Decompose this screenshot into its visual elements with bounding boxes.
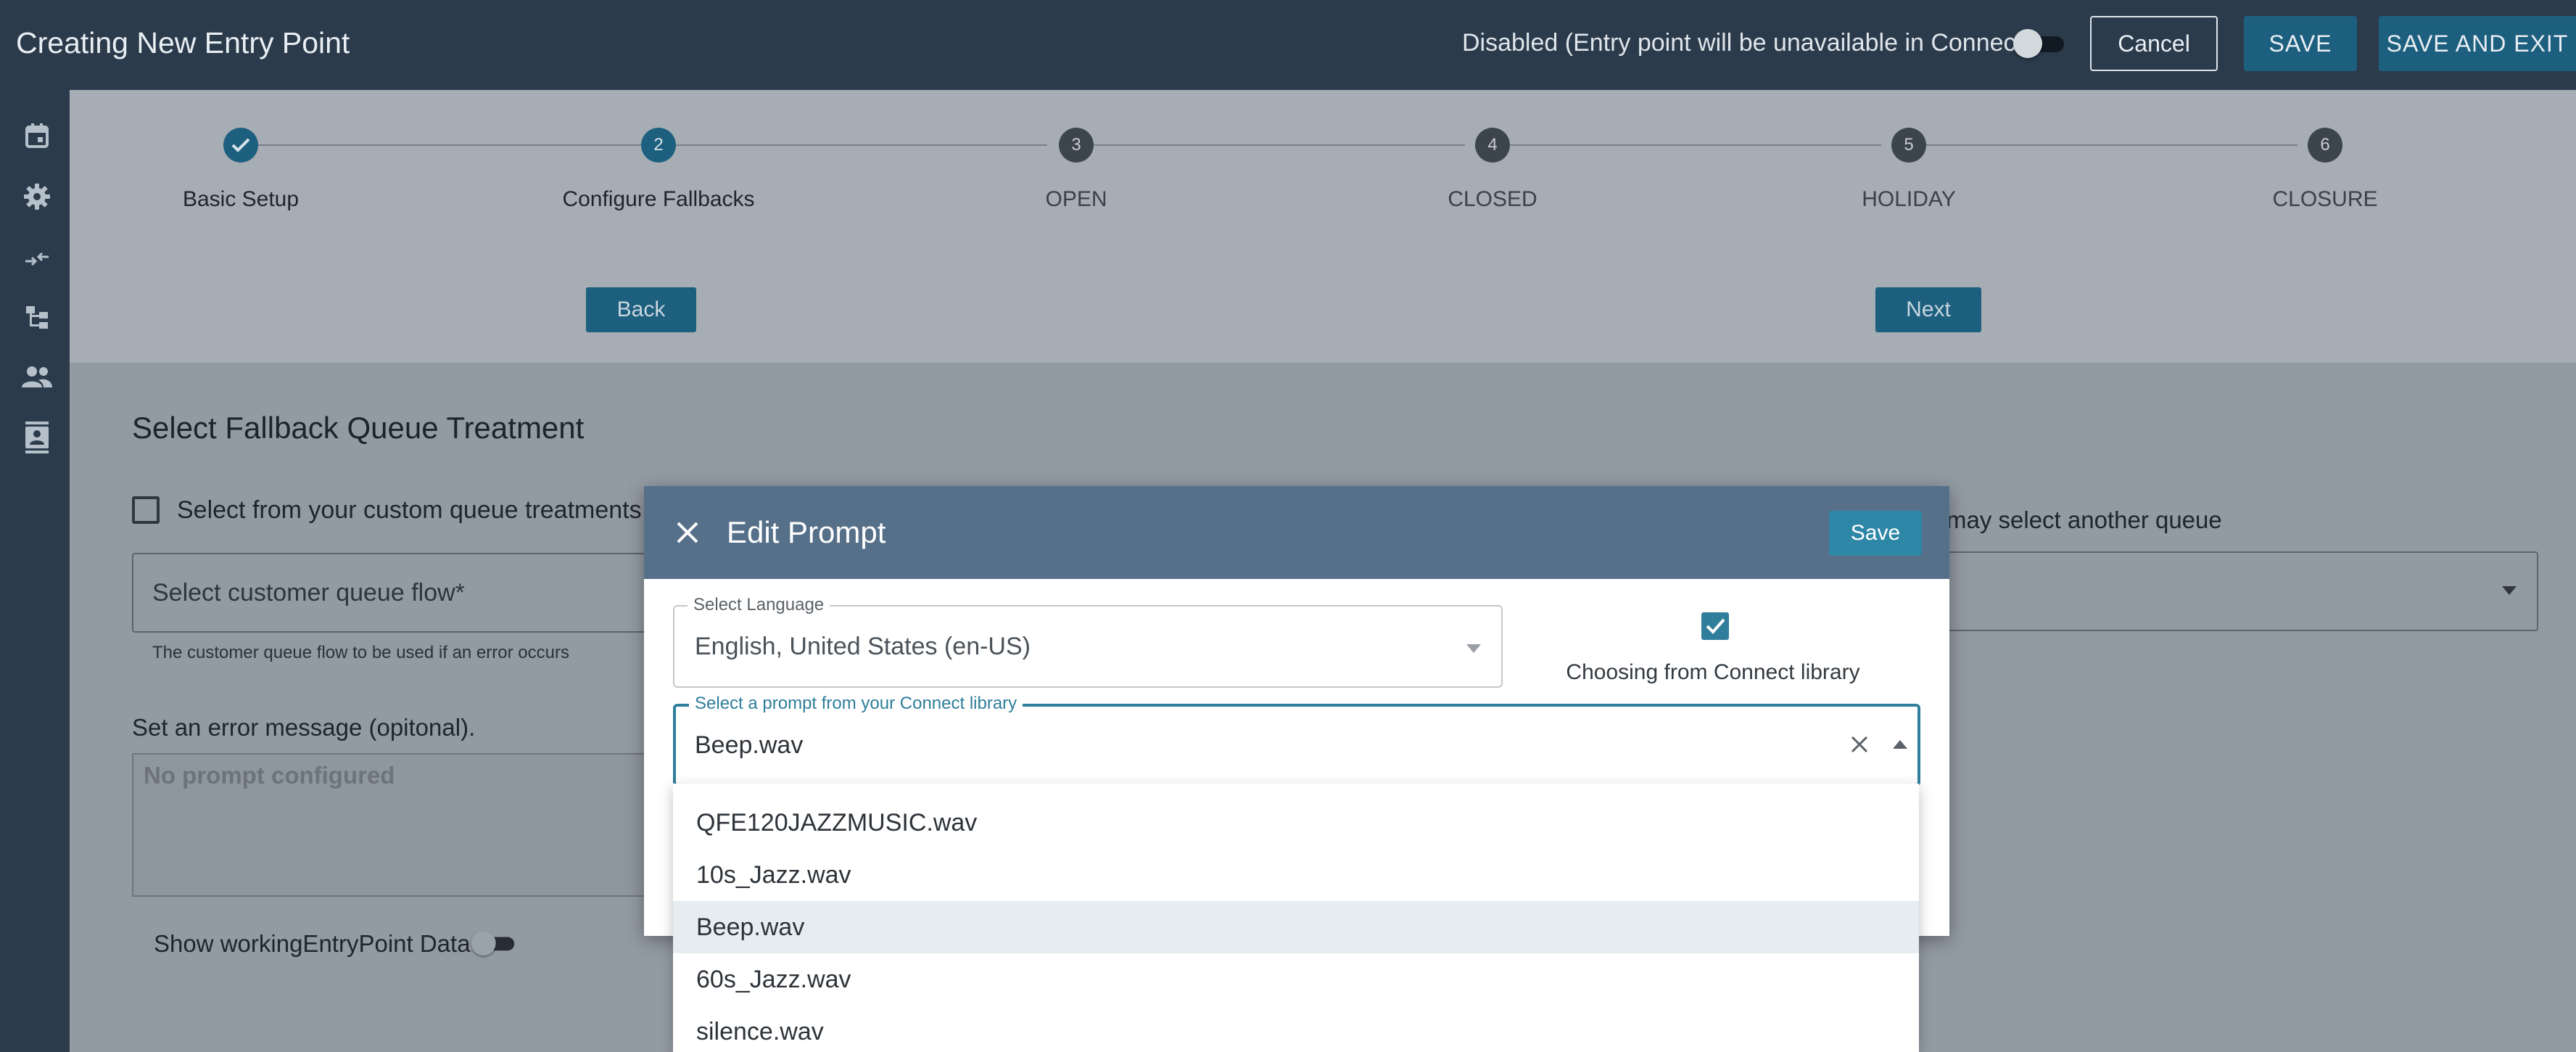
step-connector (1926, 144, 2298, 146)
step-connector (1510, 144, 1881, 146)
step-2-label: Configure Fallbacks (562, 187, 755, 211)
custom-queue-treatment-label: Select from your custom queue treatments (177, 496, 642, 524)
error-message-placeholder: No prompt configured (144, 762, 395, 789)
prompt-select-legend: Select a prompt from your Connect librar… (689, 694, 1023, 714)
list-item[interactable]: silence.wav (673, 1006, 1919, 1052)
step-connector (258, 144, 641, 146)
save-button[interactable]: SAVE (2244, 16, 2357, 71)
list-item[interactable]: 10s_Jazz.wav (673, 849, 1919, 901)
step-connector (1094, 144, 1465, 146)
dialog-header: Edit Prompt Save (644, 486, 1949, 579)
step-6-circle[interactable]: 6 (2308, 128, 2342, 163)
step-6-label: CLOSURE (2272, 187, 2378, 211)
fallback-queue-select[interactable] (1915, 551, 2538, 631)
list-item[interactable]: 60s_Jazz.wav (673, 953, 1919, 1006)
dropdown-arrow-up-icon[interactable] (1893, 740, 1907, 749)
calendar-icon[interactable] (20, 119, 54, 152)
language-select-legend: Select Language (688, 595, 830, 615)
custom-queue-treatment-checkbox[interactable] (132, 496, 160, 524)
error-message-label: Set an error message (opitonal). (132, 714, 476, 741)
error-message-textarea[interactable]: No prompt configured (132, 753, 654, 897)
clear-icon[interactable] (1849, 734, 1870, 755)
step-4-circle[interactable]: 4 (1475, 128, 1510, 163)
show-data-toggle[interactable] (471, 931, 519, 956)
another-queue-label: may select another queue (1947, 506, 2222, 533)
entry-point-status-text: Disabled (Entry point will be unavailabl… (1462, 29, 2031, 57)
dialog-save-button[interactable]: Save (1829, 511, 1922, 556)
step-4-label: CLOSED (1448, 187, 1537, 211)
enabled-toggle[interactable] (2013, 29, 2068, 58)
connect-library-checkbox[interactable] (1701, 612, 1729, 640)
contact-card-icon[interactable] (20, 421, 54, 454)
step-1-label: Basic Setup (182, 187, 300, 211)
page-title: Creating New Entry Point (16, 26, 350, 59)
step-connector (676, 144, 1047, 146)
step-1-complete-icon[interactable] (223, 128, 258, 163)
save-and-exit-button[interactable]: SAVE AND EXIT (2379, 16, 2576, 71)
language-select[interactable]: Select Language English, United States (… (673, 595, 1503, 688)
language-select-value: English, United States (en-US) (695, 633, 1031, 660)
show-data-label: Show workingEntryPoint Data (154, 930, 471, 957)
customer-queue-flow-select[interactable]: Select customer queue flow* (132, 553, 654, 633)
people-icon[interactable] (20, 360, 54, 393)
dropdown-arrow-icon (1466, 644, 1481, 653)
step-3-label: OPEN (1045, 187, 1107, 211)
step-5-label: HOLIDAY (1862, 187, 1956, 211)
sidebar (0, 90, 70, 1052)
app-header: Creating New Entry Point Disabled (Entry… (0, 0, 2576, 90)
cancel-button[interactable]: Cancel (2090, 16, 2218, 71)
prompt-options-list: QFE120JAZZMUSIC.wav 10s_Jazz.wav Beep.wa… (673, 784, 1919, 1052)
step-2-circle[interactable]: 2 (641, 128, 676, 163)
flow-tree-icon[interactable] (20, 300, 54, 334)
step-5-circle[interactable]: 5 (1891, 128, 1926, 163)
checkmark-icon (1706, 618, 1725, 634)
back-button[interactable]: Back (586, 287, 696, 332)
step-3-circle[interactable]: 3 (1059, 128, 1094, 163)
next-button[interactable]: Next (1875, 287, 1981, 332)
gear-icon[interactable] (20, 180, 54, 213)
list-item[interactable]: QFE120JAZZMUSIC.wav (673, 797, 1919, 849)
toggle-knob (2013, 29, 2042, 58)
connect-library-label: Choosing from Connect library (1566, 660, 1860, 684)
dropdown-arrow-icon (2502, 586, 2517, 595)
merge-arrows-icon[interactable] (20, 242, 54, 276)
toggle-knob (471, 931, 496, 956)
customer-queue-flow-placeholder: Select customer queue flow* (152, 579, 465, 607)
close-icon[interactable] (676, 521, 699, 544)
stepper-panel (70, 90, 2576, 363)
list-item[interactable]: Beep.wav (673, 901, 1919, 953)
dialog-title: Edit Prompt (727, 515, 886, 549)
prompt-library-select[interactable]: Select a prompt from your Connect librar… (673, 694, 1920, 786)
customer-queue-flow-helper: The customer queue flow to be used if an… (152, 643, 569, 662)
prompt-select-value: Beep.wav (695, 731, 804, 759)
fallback-section-title: Select Fallback Queue Treatment (132, 411, 585, 445)
